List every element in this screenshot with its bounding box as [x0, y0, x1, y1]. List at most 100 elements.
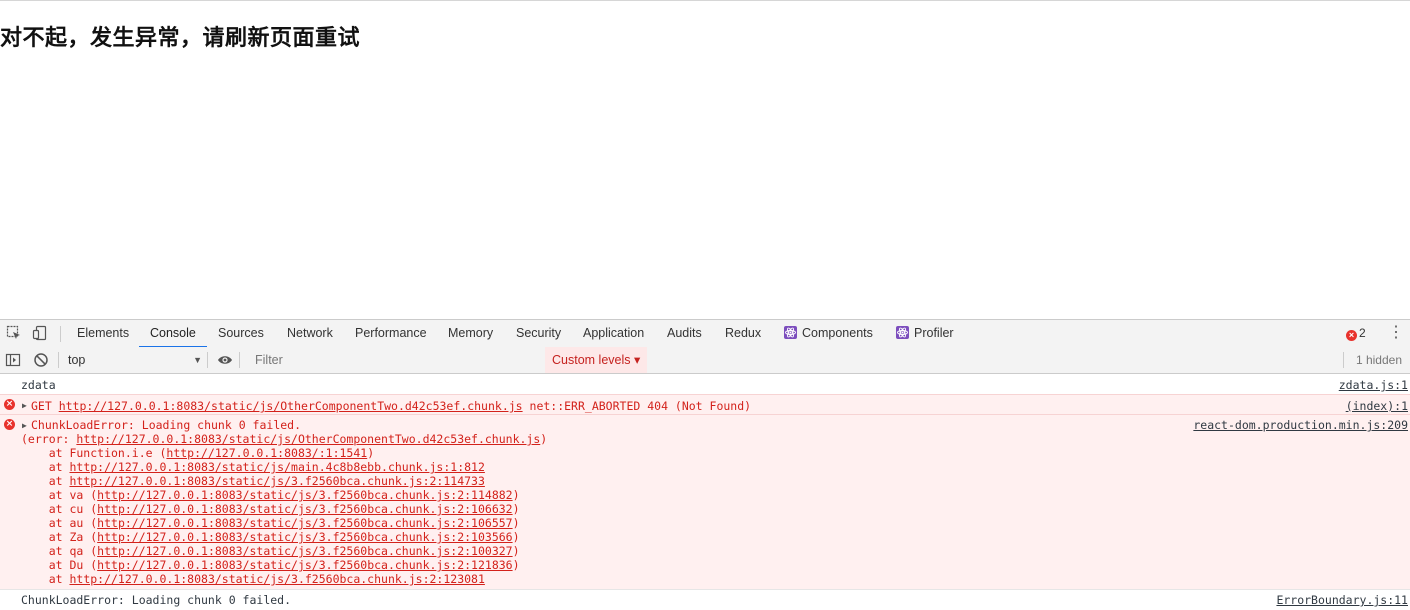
stack-frame-link[interactable]: http://127.0.0.1:8083/static/js/3.f2560b… — [97, 488, 512, 502]
stack-frame-prefix: at cu ( — [21, 502, 98, 516]
tab-profiler-label: Profiler — [914, 326, 954, 340]
stack-frame-prefix: at Za ( — [21, 530, 98, 544]
stack-frame-prefix: at au ( — [21, 516, 98, 530]
stack-frame: at cu (http://127.0.0.1:8083/static/js/3… — [21, 502, 520, 516]
stack-frame-link[interactable]: http://127.0.0.1:8083/static/js/3.f2560b… — [97, 558, 512, 572]
clear-console-icon[interactable] — [33, 352, 49, 368]
stack-frame-suffix: ) — [512, 488, 520, 502]
stack-frame: at http://127.0.0.1:8083/static/js/main.… — [21, 460, 485, 474]
tab-redux[interactable]: Redux — [725, 320, 761, 347]
stack-frame: at http://127.0.0.1:8083/static/js/3.f25… — [21, 474, 485, 488]
toolbar-divider — [207, 352, 208, 368]
expand-triangle-icon[interactable]: ▶ — [22, 421, 27, 430]
tab-application[interactable]: Application — [583, 320, 644, 347]
error-status: net::ERR_ABORTED 404 (Not Found) — [522, 399, 752, 413]
react-icon — [896, 322, 909, 339]
stack-frame-prefix: at va ( — [21, 488, 98, 502]
stack-frame-link[interactable]: http://127.0.0.1:8083/static/js/3.f2560b… — [97, 530, 512, 544]
devtools-tabbar: Elements Console Sources Network Perform… — [0, 319, 1410, 348]
stack-frame-link[interactable]: http://127.0.0.1:8083/:1:1541 — [166, 446, 367, 460]
context-selector[interactable]: top ▼ — [63, 351, 208, 369]
error-count-badge[interactable]: × 2 — [1346, 320, 1366, 347]
error-source-link[interactable]: react-dom.production.min.js:209 — [1193, 418, 1408, 432]
stack-frame: at http://127.0.0.1:8083/static/js/3.f25… — [21, 572, 485, 586]
stack-frame-link[interactable]: http://127.0.0.1:8083/static/js/main.4c8… — [69, 460, 484, 474]
stack-frame-prefix: at — [21, 460, 70, 474]
stack-frame: at va (http://127.0.0.1:8083/static/js/3… — [21, 488, 520, 502]
devtools-panel: Elements Console Sources Network Perform… — [0, 319, 1410, 607]
console-message-error: × ▶ ChunkLoadError: Loading chunk 0 fail… — [0, 414, 1410, 590]
stack-frame-link[interactable]: http://127.0.0.1:8083/static/js/3.f2560b… — [69, 572, 484, 586]
stack-frame-link[interactable]: http://127.0.0.1:8083/static/js/3.f2560b… — [97, 544, 512, 558]
error-detail-prefix: (error: — [21, 432, 77, 446]
tab-security[interactable]: Security — [516, 320, 561, 347]
tab-components-label: Components — [802, 326, 873, 340]
tab-console[interactable]: Console — [139, 320, 207, 348]
log-source-link[interactable]: ErrorBoundary.js:11 — [1276, 593, 1408, 607]
expand-triangle-icon[interactable]: ▶ — [22, 401, 27, 410]
tab-components[interactable]: Components — [784, 320, 873, 347]
stack-frame-link[interactable]: http://127.0.0.1:8083/static/js/3.f2560b… — [69, 474, 484, 488]
request-method: GET — [31, 399, 59, 413]
log-text: ChunkLoadError: Loading chunk 0 failed. — [21, 593, 292, 607]
toolbar-divider — [1343, 352, 1344, 368]
console-message-log: zdata zdata.js:1 — [0, 374, 1410, 394]
inspect-element-icon[interactable] — [6, 325, 22, 341]
device-toolbar-icon[interactable] — [32, 325, 48, 341]
stack-frame-suffix: ) — [512, 516, 520, 530]
live-expression-eye-icon[interactable] — [217, 352, 233, 368]
error-title: ChunkLoadError: Loading chunk 0 failed. — [31, 418, 302, 432]
stack-frame: at Du (http://127.0.0.1:8083/static/js/3… — [21, 558, 520, 572]
stack-frame: at au (http://127.0.0.1:8083/static/js/3… — [21, 516, 520, 530]
toolbar-divider — [239, 352, 240, 368]
stack-frame-suffix: ) — [512, 558, 520, 572]
request-url-link[interactable]: http://127.0.0.1:8083/static/js/OtherCom… — [59, 399, 523, 413]
stack-frame-suffix: ) — [512, 530, 520, 544]
top-border — [0, 0, 1410, 1]
sidebar-toggle-icon[interactable] — [5, 352, 21, 368]
console-message-error: × ▶ GET http://127.0.0.1:8083/static/js/… — [0, 394, 1410, 415]
tab-audits[interactable]: Audits — [667, 320, 702, 347]
log-levels-dropdown[interactable]: Custom levels ▾ — [545, 347, 648, 373]
tab-profiler[interactable]: Profiler — [896, 320, 954, 347]
dropdown-caret-icon: ▼ — [193, 355, 202, 365]
tab-memory[interactable]: Memory — [448, 320, 493, 347]
toolbar-divider — [58, 352, 59, 368]
console-toolbar: top ▼ Custom levels ▾ 1 hidden — [0, 347, 1410, 374]
stack-frame-link[interactable]: http://127.0.0.1:8083/static/js/3.f2560b… — [97, 516, 512, 530]
error-icon: × — [4, 419, 15, 430]
tab-elements[interactable]: Elements — [77, 320, 129, 347]
console-output: zdata zdata.js:1 × ▶ GET http://127.0.0.… — [0, 374, 1410, 607]
stack-frame-suffix: ) — [512, 502, 520, 516]
error-detail: (error: http://127.0.0.1:8083/static/js/… — [21, 432, 547, 446]
tab-network[interactable]: Network — [287, 320, 333, 347]
stack-frame-prefix: at Function.i.e ( — [21, 446, 167, 460]
error-count: 2 — [1359, 326, 1366, 340]
stack-frame: at qa (http://127.0.0.1:8083/static/js/3… — [21, 544, 520, 558]
tab-performance[interactable]: Performance — [355, 320, 427, 347]
stack-frame-prefix: at Du ( — [21, 558, 98, 572]
page-heading: 对不起，发生异常，请刷新页面重试 — [0, 26, 361, 51]
more-options-icon[interactable]: ⋮ — [1388, 323, 1404, 343]
stack-frame: at Za (http://127.0.0.1:8083/static/js/3… — [21, 530, 520, 544]
error-detail-link[interactable]: http://127.0.0.1:8083/static/js/OtherCom… — [76, 432, 540, 446]
log-source-link[interactable]: zdata.js:1 — [1339, 378, 1408, 392]
error-icon: × — [4, 399, 15, 410]
stack-frame: at Function.i.e (http://127.0.0.1:8083/:… — [21, 446, 374, 460]
error-source-link[interactable]: (index):1 — [1346, 399, 1408, 413]
stack-frame-suffix: ) — [512, 544, 520, 558]
error-message: GET http://127.0.0.1:8083/static/js/Othe… — [31, 399, 751, 413]
stack-frame-prefix: at qa ( — [21, 544, 98, 558]
stack-frame-prefix: at — [21, 474, 70, 488]
console-message-log: ChunkLoadError: Loading chunk 0 failed. … — [0, 589, 1410, 610]
toolbar-divider — [60, 326, 61, 342]
react-icon — [784, 322, 797, 339]
console-filter-input[interactable] — [247, 351, 553, 369]
stack-frame-prefix: at — [21, 572, 70, 586]
stack-frame-link[interactable]: http://127.0.0.1:8083/static/js/3.f2560b… — [97, 502, 512, 516]
hidden-messages-count: 1 hidden — [1355, 353, 1402, 367]
tab-sources[interactable]: Sources — [218, 320, 264, 347]
error-detail-suffix: ) — [540, 432, 548, 446]
log-text: zdata — [21, 378, 56, 392]
stack-frame-suffix: ) — [367, 446, 375, 460]
